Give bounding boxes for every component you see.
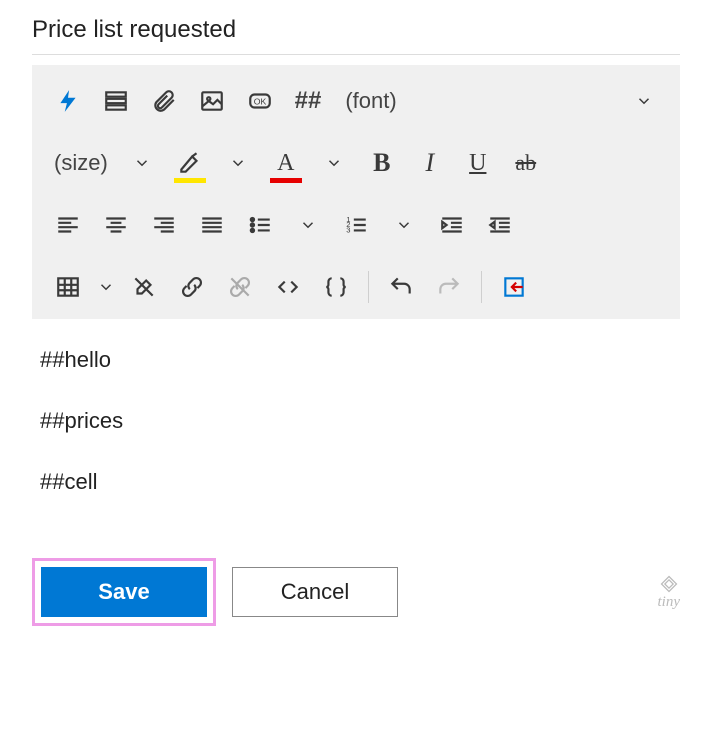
redo-icon[interactable]: [429, 269, 469, 305]
placeholder-button[interactable]: ##: [288, 83, 328, 119]
separator: [481, 271, 482, 303]
toolbar-row-4: [48, 269, 664, 305]
svg-text:3: 3: [346, 226, 350, 235]
bullet-list-dropdown-icon[interactable]: [288, 207, 328, 243]
font-family-select[interactable]: (font): [336, 83, 406, 119]
link-icon[interactable]: [172, 269, 212, 305]
editor-toolbar: OK ## (font) (size) A: [32, 65, 680, 319]
unlink-icon[interactable]: [220, 269, 260, 305]
save-highlight: Save: [32, 558, 216, 626]
numbered-list-dropdown-icon[interactable]: [384, 207, 424, 243]
font-color-icon[interactable]: A: [266, 145, 306, 181]
footer: Save Cancel tiny: [32, 558, 680, 626]
highlight-color-icon[interactable]: [170, 145, 210, 181]
embed-icon[interactable]: OK: [240, 83, 280, 119]
cancel-button[interactable]: Cancel: [232, 567, 398, 617]
font-size-select[interactable]: (size): [48, 145, 114, 181]
attachment-icon[interactable]: [144, 83, 184, 119]
outdent-icon[interactable]: [480, 207, 520, 243]
indent-icon[interactable]: [432, 207, 472, 243]
numbered-list-icon[interactable]: 123: [336, 207, 376, 243]
toolbar-row-2: (size) A B I U ab: [48, 145, 664, 181]
toolbar-row-3: 123: [48, 207, 664, 243]
code-block-icon[interactable]: [316, 269, 356, 305]
quick-action-icon[interactable]: [48, 83, 88, 119]
code-icon[interactable]: [268, 269, 308, 305]
align-justify-icon[interactable]: [192, 207, 232, 243]
highlight-color-dropdown-icon[interactable]: [218, 145, 258, 181]
image-icon[interactable]: [192, 83, 232, 119]
templates-icon[interactable]: [96, 83, 136, 119]
editor-line[interactable]: ##cell: [40, 465, 672, 498]
font-size-dropdown-icon[interactable]: [122, 145, 162, 181]
table-dropdown-icon[interactable]: [96, 269, 116, 305]
editor-line[interactable]: ##hello: [40, 343, 672, 376]
svg-text:OK: OK: [254, 96, 267, 106]
clear-formatting-icon[interactable]: [124, 269, 164, 305]
bullet-list-icon[interactable]: [240, 207, 280, 243]
align-left-icon[interactable]: [48, 207, 88, 243]
separator: [368, 271, 369, 303]
editor-line[interactable]: ##prices: [40, 404, 672, 437]
page-title: Price list requested: [32, 8, 680, 55]
underline-icon[interactable]: U: [458, 145, 498, 181]
bold-icon[interactable]: B: [362, 145, 402, 181]
toolbar-row-1: OK ## (font): [48, 83, 664, 119]
save-button[interactable]: Save: [41, 567, 207, 617]
align-right-icon[interactable]: [144, 207, 184, 243]
import-icon[interactable]: [494, 269, 534, 305]
strikethrough-icon[interactable]: ab: [506, 145, 546, 181]
editor-content[interactable]: ##hello ##prices ##cell: [32, 319, 680, 550]
italic-icon[interactable]: I: [410, 145, 450, 181]
font-family-dropdown-icon[interactable]: [624, 83, 664, 119]
font-color-dropdown-icon[interactable]: [314, 145, 354, 181]
align-center-icon[interactable]: [96, 207, 136, 243]
undo-icon[interactable]: [381, 269, 421, 305]
tiny-logo: tiny: [658, 574, 681, 611]
table-icon[interactable]: [48, 269, 88, 305]
